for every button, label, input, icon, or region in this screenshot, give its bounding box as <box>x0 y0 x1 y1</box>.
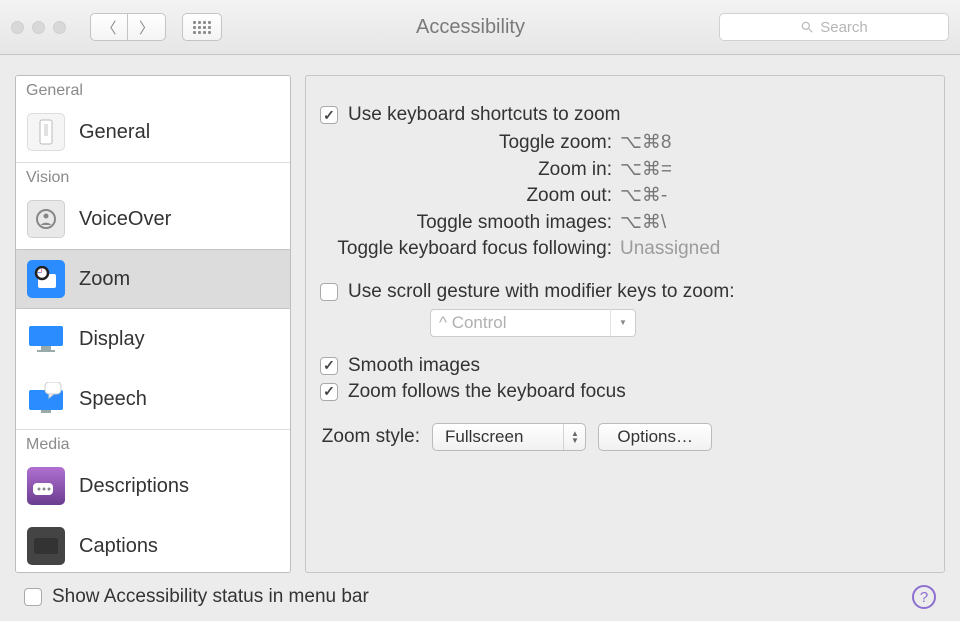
sidebar-item-general[interactable]: General <box>16 102 290 162</box>
sidebar-item-display[interactable]: Display <box>16 309 290 369</box>
modifier-key-value: ^ Control <box>430 309 610 337</box>
sidebar-section-general: General <box>16 76 290 102</box>
follow-focus-row: Zoom follows the keyboard focus <box>320 381 930 403</box>
help-button[interactable]: ? <box>912 585 936 609</box>
zoom-style-label: Zoom style: <box>320 426 420 448</box>
use-shortcuts-checkbox[interactable] <box>320 106 338 124</box>
shortcut-zoom-out: Zoom out: ⌥⌘- <box>320 183 930 210</box>
sidebar-item-label: Display <box>79 328 145 351</box>
sidebar-item-zoom[interactable]: Zoom <box>16 249 290 309</box>
descriptions-icon <box>27 467 65 505</box>
sidebar-item-label: Zoom <box>79 268 130 291</box>
use-shortcuts-label: Use keyboard shortcuts to zoom <box>348 104 620 126</box>
window-traffic-lights <box>11 21 66 34</box>
shortcut-zoom-in: Zoom in: ⌥⌘= <box>320 157 930 184</box>
scroll-gesture-checkbox[interactable] <box>320 283 338 301</box>
speech-icon <box>27 380 65 418</box>
close-window-dot[interactable] <box>11 21 24 34</box>
sidebar-item-label: VoiceOver <box>79 208 171 231</box>
scroll-gesture-label: Use scroll gesture with modifier keys to… <box>348 281 734 303</box>
voiceover-icon <box>27 200 65 238</box>
display-icon <box>27 320 65 358</box>
back-button[interactable]: 〈 <box>90 13 128 41</box>
minimize-window-dot[interactable] <box>32 21 45 34</box>
search-icon <box>800 20 814 34</box>
sidebar-section-vision: Vision <box>16 162 290 189</box>
help-icon: ? <box>920 589 928 606</box>
smooth-images-row: Smooth images <box>320 355 930 377</box>
sidebar-item-speech[interactable]: Speech <box>16 369 290 429</box>
shortcut-toggle-focus: Toggle keyboard focus following: Unassig… <box>320 236 930 263</box>
footer: Show Accessibility status in menu bar ? <box>0 573 960 621</box>
chevron-down-icon: ▼ <box>610 309 636 337</box>
shortcut-toggle-smooth: Toggle smooth images: ⌥⌘\ <box>320 210 930 237</box>
shortcuts-list: Toggle zoom: ⌥⌘8 Zoom in: ⌥⌘= Zoom out: … <box>320 130 930 263</box>
smooth-images-label: Smooth images <box>348 355 480 377</box>
sidebar-item-label: Captions <box>79 535 158 558</box>
follow-focus-label: Zoom follows the keyboard focus <box>348 381 626 403</box>
show-all-prefs-button[interactable] <box>182 13 222 41</box>
sidebar-item-voiceover[interactable]: VoiceOver <box>16 189 290 249</box>
smooth-images-checkbox[interactable] <box>320 357 338 375</box>
maximize-window-dot[interactable] <box>53 21 66 34</box>
sidebar[interactable]: General General Vision VoiceOver Zoom Di <box>15 75 291 573</box>
scroll-gesture-row: Use scroll gesture with modifier keys to… <box>320 281 930 303</box>
nav-back-forward: 〈 〉 <box>90 13 166 41</box>
zoom-style-row: Zoom style: Fullscreen ▲▼ Options… <box>320 423 930 451</box>
zoom-icon <box>27 260 65 298</box>
general-icon <box>27 113 65 151</box>
stepper-arrows-icon: ▲▼ <box>563 424 585 450</box>
forward-button[interactable]: 〉 <box>128 13 166 41</box>
sidebar-item-label: Descriptions <box>79 475 189 498</box>
chevron-right-icon: 〉 <box>139 17 154 38</box>
zoom-options-button[interactable]: Options… <box>598 423 712 451</box>
follow-focus-checkbox[interactable] <box>320 383 338 401</box>
status-menubar-checkbox[interactable] <box>24 588 42 606</box>
modifier-key-select[interactable]: ^ Control ▼ <box>430 309 930 337</box>
zoom-panel: Use keyboard shortcuts to zoom Toggle zo… <box>305 75 945 573</box>
search-placeholder: Search <box>820 19 868 36</box>
zoom-options-label: Options… <box>617 427 693 447</box>
status-menubar-label: Show Accessibility status in menu bar <box>52 586 369 608</box>
window-title: Accessibility <box>230 16 711 39</box>
toolbar: 〈 〉 Accessibility Search <box>0 0 960 55</box>
zoom-style-value: Fullscreen <box>433 427 563 447</box>
zoom-style-dropdown[interactable]: Fullscreen ▲▼ <box>432 423 586 451</box>
use-shortcuts-row: Use keyboard shortcuts to zoom <box>320 104 930 126</box>
content: General General Vision VoiceOver Zoom Di <box>0 55 960 573</box>
sidebar-item-descriptions[interactable]: Descriptions <box>16 456 290 516</box>
sidebar-section-media: Media <box>16 429 290 456</box>
grid-icon <box>193 21 211 34</box>
chevron-left-icon: 〈 <box>101 17 116 38</box>
sidebar-item-captions[interactable]: Captions <box>16 516 290 573</box>
shortcut-toggle-zoom: Toggle zoom: ⌥⌘8 <box>320 130 930 157</box>
sidebar-item-label: General <box>79 121 150 144</box>
captions-icon <box>27 527 65 565</box>
sidebar-item-label: Speech <box>79 388 147 411</box>
search-field[interactable]: Search <box>719 13 949 41</box>
